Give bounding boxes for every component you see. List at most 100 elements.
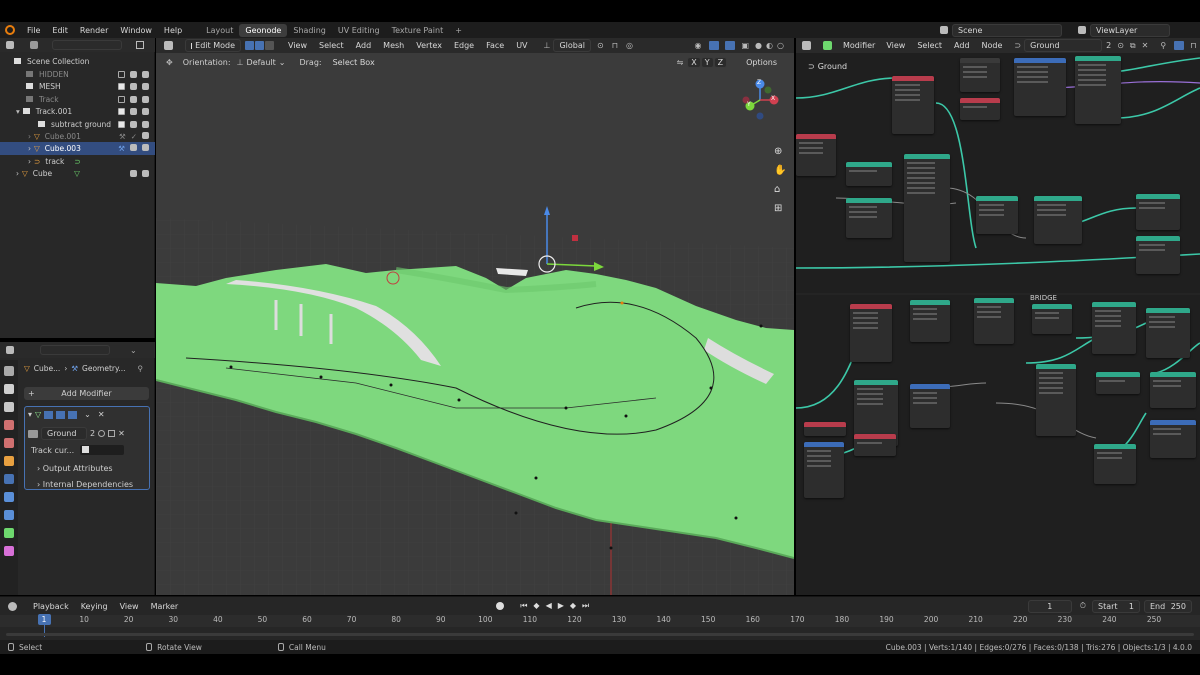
eye-icon[interactable]: [130, 82, 137, 90]
geometry-node-context[interactable]: Modifier: [838, 40, 880, 51]
expand-arrow-icon[interactable]: ›: [28, 157, 31, 166]
exclude-checkbox[interactable]: [118, 95, 125, 103]
next-keyframe-icon[interactable]: ◆: [570, 601, 576, 611]
exclude-checkbox[interactable]: [118, 120, 125, 128]
tab-geonode[interactable]: Geonode: [239, 23, 288, 37]
node-set-material[interactable]: [1136, 194, 1180, 230]
xray-toggle-icon[interactable]: ▣: [741, 41, 749, 50]
menu-vertex[interactable]: Vertex: [410, 41, 448, 50]
orientation-selector[interactable]: ⊥ Default ⌄: [237, 58, 286, 67]
start-frame-field[interactable]: Start 1: [1092, 599, 1140, 613]
blender-logo-icon[interactable]: [5, 25, 15, 35]
outliner-item-subtract-ground[interactable]: subtract ground: [0, 118, 155, 131]
eye-icon[interactable]: [130, 120, 137, 128]
render-tab-icon[interactable]: [4, 384, 14, 394]
editor-type-icon[interactable]: [802, 41, 811, 50]
editor-type-icon[interactable]: [164, 41, 173, 50]
object-tab-icon[interactable]: [4, 456, 14, 466]
node-less-than[interactable]: [910, 384, 950, 428]
overlay-toggle-icon[interactable]: [1174, 41, 1185, 50]
node-transform-geometry[interactable]: [904, 154, 950, 262]
modifier-tab-icon[interactable]: [4, 474, 14, 484]
internal-dependencies-section[interactable]: › Internal Dependencies: [37, 480, 133, 489]
fake-user-icon[interactable]: [98, 430, 106, 437]
node-curve-to-mesh-2[interactable]: [1150, 372, 1196, 408]
overlay-toggle-icon[interactable]: [725, 41, 736, 50]
eye-icon[interactable]: [130, 70, 137, 78]
transform-orientation-selector[interactable]: Global: [553, 39, 592, 52]
outliner-root[interactable]: Scene Collection: [0, 55, 155, 68]
outliner-item-track[interactable]: Track: [0, 93, 155, 106]
menu-mesh[interactable]: Mesh: [377, 41, 410, 50]
pivot-icon[interactable]: ⊙: [597, 41, 604, 50]
chevron-down-icon[interactable]: ⌄: [84, 410, 91, 419]
node-position-endpoints[interactable]: [846, 162, 892, 186]
node-add[interactable]: [804, 442, 844, 498]
play-icon[interactable]: ▶: [558, 601, 564, 611]
current-frame-field[interactable]: 1: [1027, 599, 1072, 613]
outliner-item-cube-003[interactable]: › ▽ Cube.003 ⚒: [0, 142, 155, 155]
menu-select[interactable]: Select: [313, 41, 350, 50]
shading-solid-icon[interactable]: ●: [755, 41, 762, 50]
node-curve-line[interactable]: [1036, 364, 1076, 436]
outliner-item-mesh[interactable]: MESH: [0, 80, 155, 93]
exclude-checkbox[interactable]: [118, 70, 125, 78]
visibility-icon[interactable]: ◉: [695, 41, 702, 50]
node-delete-geometry[interactable]: [974, 298, 1014, 344]
node-curve-tangent[interactable]: [960, 98, 1000, 120]
pin-icon[interactable]: ⚲: [1160, 41, 1166, 50]
eye-icon[interactable]: [130, 95, 137, 103]
camera-icon[interactable]: [142, 70, 149, 78]
menu-marker[interactable]: Marker: [145, 602, 185, 611]
menu-add[interactable]: Add: [350, 41, 378, 50]
tab-texture-paint[interactable]: Texture Paint: [386, 24, 450, 37]
expand-arrow-icon[interactable]: ›: [28, 144, 31, 153]
camera-icon[interactable]: [142, 82, 149, 90]
menu-face[interactable]: Face: [480, 41, 510, 50]
node-cube[interactable]: [1075, 56, 1121, 124]
node-transform[interactable]: [960, 58, 1000, 92]
proportional-edit-icon[interactable]: ◎: [626, 41, 633, 50]
prev-keyframe-icon[interactable]: ◆: [533, 601, 539, 611]
menu-view[interactable]: View: [282, 41, 313, 50]
shading-material-icon[interactable]: ◐: [766, 41, 773, 50]
tab-layout[interactable]: Layout: [200, 24, 239, 37]
hand-pan-icon[interactable]: ✋: [774, 165, 786, 176]
fake-user-icon[interactable]: ⊙: [1117, 41, 1124, 50]
duplicate-icon[interactable]: ⧉: [1130, 41, 1136, 51]
node-tree-icon[interactable]: [28, 429, 38, 438]
filter-icon[interactable]: [136, 41, 144, 49]
data-tab-icon[interactable]: [4, 528, 14, 538]
menu-file[interactable]: File: [21, 26, 46, 35]
camera-view-icon[interactable]: ⌂: [774, 184, 786, 195]
snap-icon[interactable]: ⊓: [1190, 41, 1196, 50]
clock-icon[interactable]: ⏱: [1080, 601, 1086, 611]
node-editor[interactable]: BRIDGE ⊃ Ground: [796, 38, 1200, 595]
menu-node[interactable]: Node: [976, 41, 1009, 50]
drag-selector[interactable]: Select Box: [328, 57, 380, 68]
outliner-item-hidden[interactable]: HIDDEN: [0, 68, 155, 81]
outliner-editor-icon[interactable]: [6, 41, 14, 49]
node-object-info-bridge[interactable]: [850, 304, 892, 362]
add-workspace-button[interactable]: +: [449, 24, 468, 37]
gizmo-toggle-icon[interactable]: [709, 41, 720, 50]
vertex-select-icon[interactable]: [245, 41, 254, 50]
viewport-toggle-icon[interactable]: [56, 410, 66, 419]
expand-arrow-icon[interactable]: ▾: [16, 107, 20, 116]
world-tab-icon[interactable]: [4, 438, 14, 448]
camera-icon[interactable]: [142, 95, 149, 103]
scene-selector[interactable]: Scene: [952, 23, 1062, 37]
menu-view[interactable]: View: [880, 41, 911, 50]
end-frame-field[interactable]: End 250: [1144, 599, 1192, 613]
play-reverse-icon[interactable]: ◀: [546, 601, 552, 611]
mirror-y-toggle[interactable]: Y: [700, 56, 714, 68]
record-icon[interactable]: [496, 602, 505, 610]
node-selection-info[interactable]: [796, 134, 836, 176]
node-curve-circle[interactable]: [1094, 444, 1136, 484]
particles-tab-icon[interactable]: [4, 492, 14, 502]
output-tab-icon[interactable]: [4, 402, 14, 412]
3d-viewport[interactable]: Z X Y ⊕ ✋ ⌂ ⊞: [156, 38, 794, 595]
node-value[interactable]: [854, 434, 896, 456]
material-tab-icon[interactable]: [4, 546, 14, 556]
node-quadrilateral[interactable]: [846, 198, 892, 238]
